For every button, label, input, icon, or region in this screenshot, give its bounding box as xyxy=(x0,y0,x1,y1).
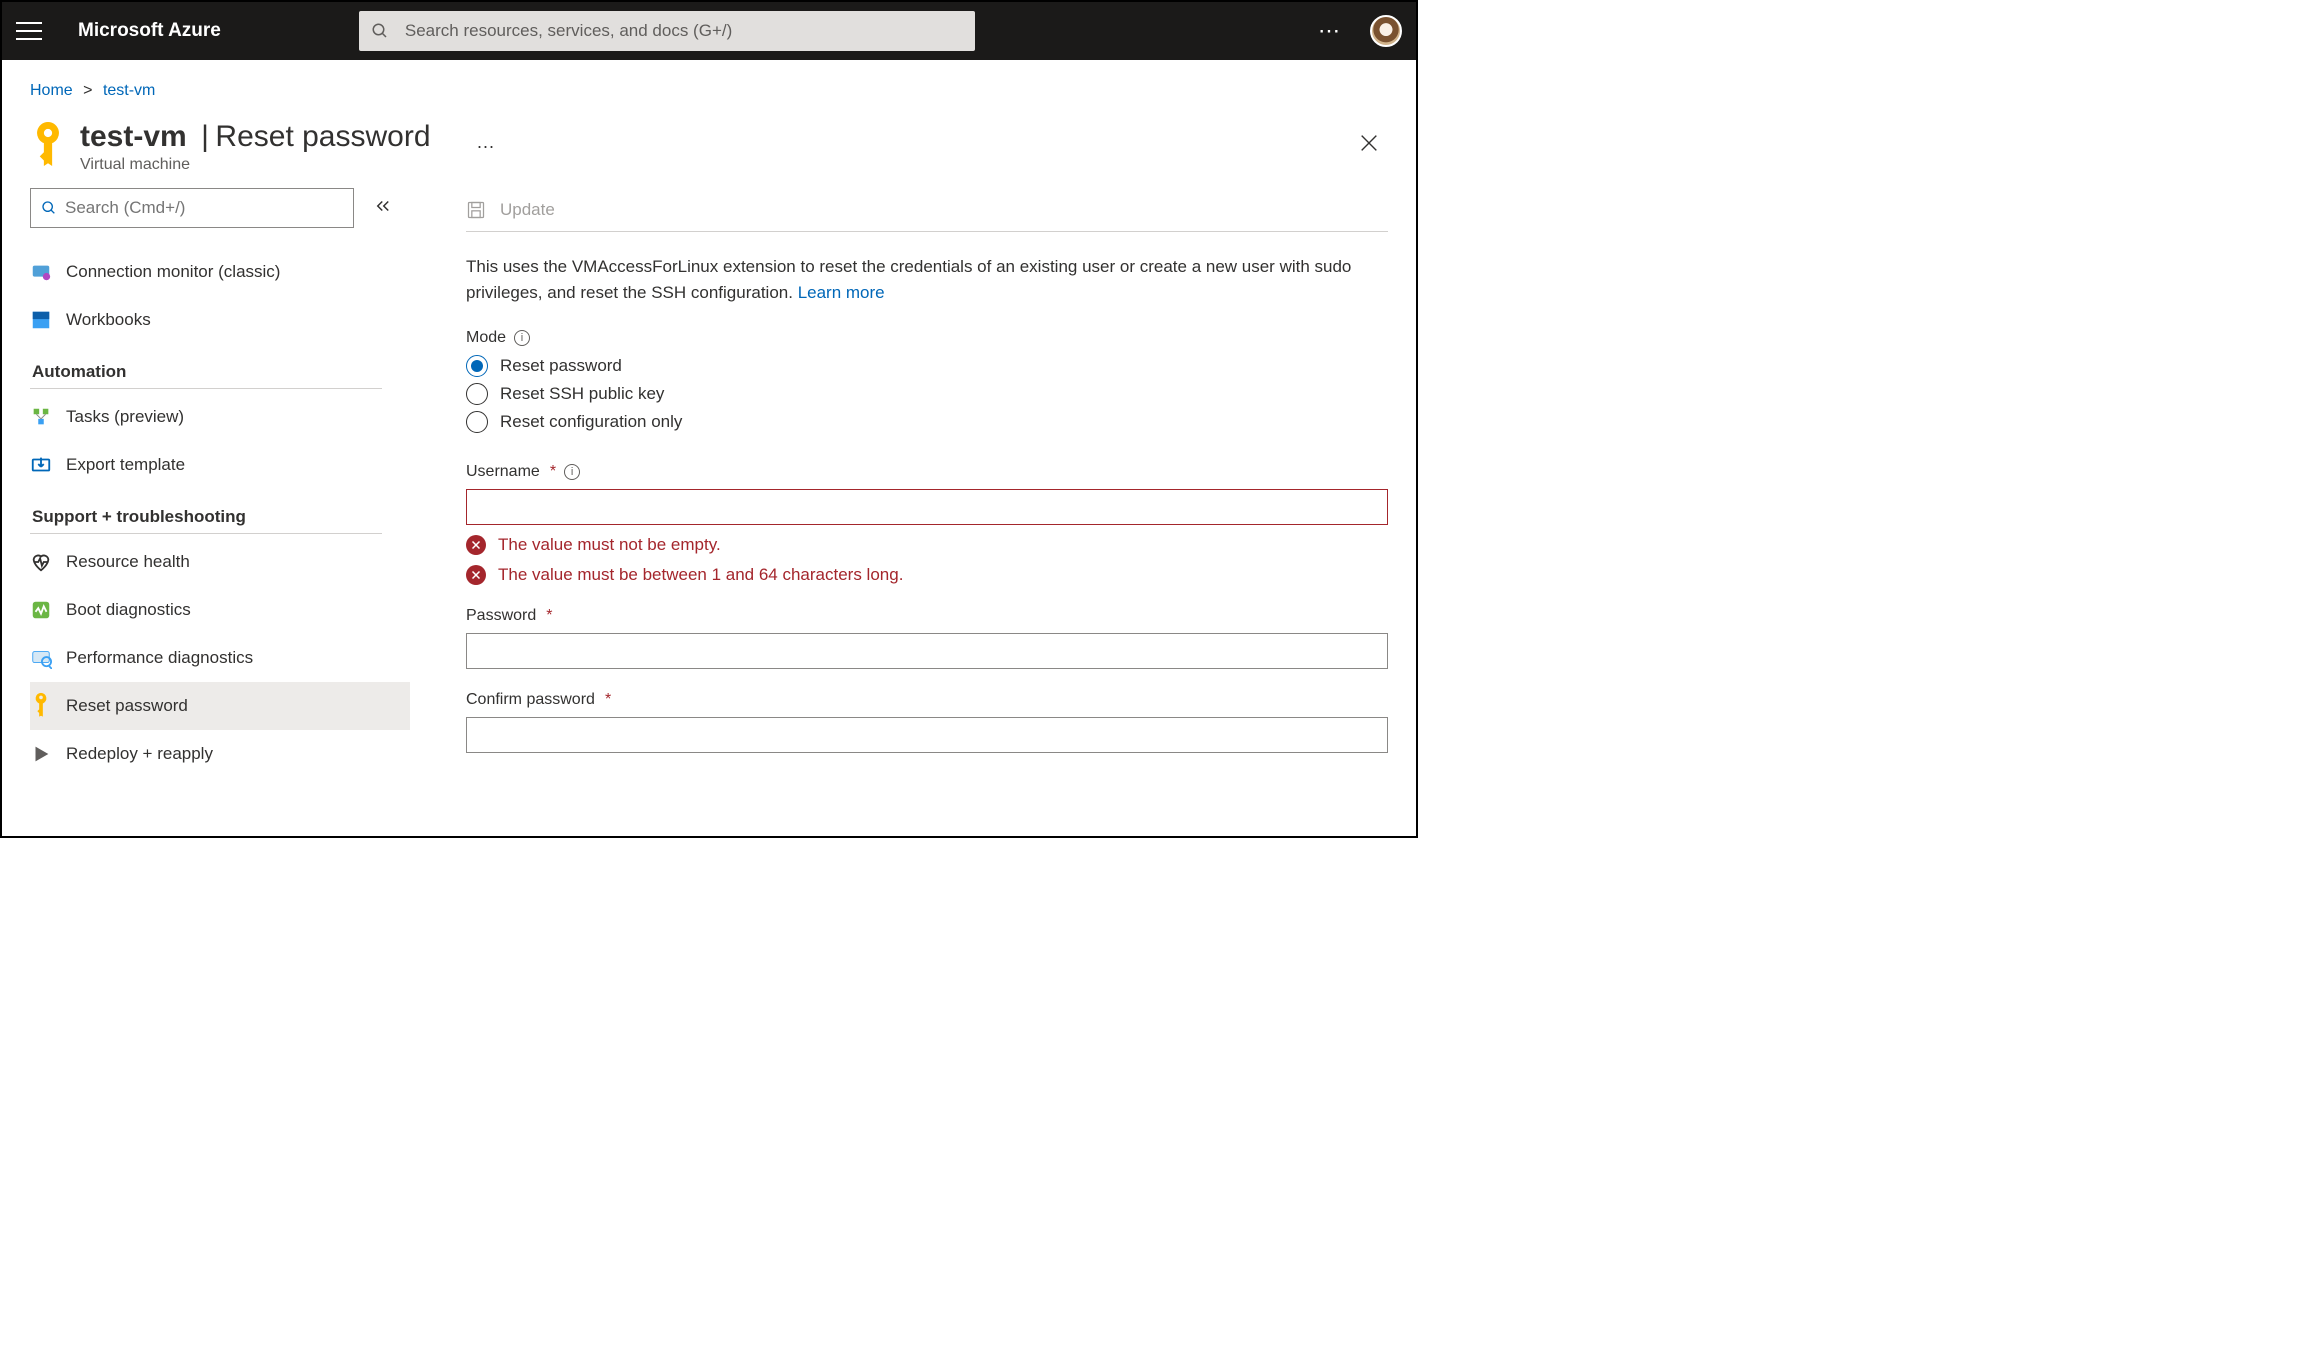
radio-icon xyxy=(466,355,488,377)
sidebar-item-label: Redeploy + reapply xyxy=(66,744,213,764)
hamburger-menu-icon[interactable] xyxy=(16,18,42,44)
sidebar-search-input[interactable] xyxy=(65,198,343,218)
save-icon xyxy=(466,200,486,220)
sidebar-item[interactable]: Workbooks xyxy=(30,296,410,344)
sidebar-section-automation: Automation xyxy=(30,344,382,389)
sidebar-item-icon xyxy=(30,599,52,621)
search-icon xyxy=(371,22,389,40)
toolbar: Update xyxy=(466,188,1388,232)
confirm-password-input[interactable] xyxy=(466,717,1388,753)
sidebar-item-label: Workbooks xyxy=(66,310,151,330)
username-input[interactable] xyxy=(466,489,1388,525)
top-bar: Microsoft Azure Search resources, servic… xyxy=(2,2,1416,60)
confirm-password-label: Confirm password xyxy=(466,691,595,709)
password-input[interactable] xyxy=(466,633,1388,669)
search-icon xyxy=(41,200,57,216)
brand-label: Microsoft Azure xyxy=(78,20,221,42)
sidebar-item-label: Export template xyxy=(66,455,185,475)
chevron-double-left-icon xyxy=(374,197,392,215)
page-more-icon[interactable]: ··· xyxy=(477,136,495,157)
sidebar-item-label: Connection monitor (classic) xyxy=(66,262,280,282)
sidebar-item[interactable]: Export template xyxy=(30,441,410,489)
info-icon[interactable]: i xyxy=(514,330,530,346)
sidebar-item-icon xyxy=(30,551,52,573)
sidebar-item-icon xyxy=(30,695,52,717)
page-subtitle: Virtual machine xyxy=(80,156,431,174)
sidebar-item-label: Performance diagnostics xyxy=(66,648,253,668)
sidebar-item[interactable]: Connection monitor (classic) xyxy=(30,248,410,296)
global-search[interactable]: Search resources, services, and docs (G+… xyxy=(359,11,975,51)
sidebar-item-icon xyxy=(30,647,52,669)
sidebar-item-icon xyxy=(30,454,52,476)
radio-icon xyxy=(466,411,488,433)
sidebar-item-icon xyxy=(30,406,52,428)
sidebar-item-icon xyxy=(30,261,52,283)
radio-label: Reset password xyxy=(500,356,622,376)
sidebar-item[interactable]: Tasks (preview) xyxy=(30,393,410,441)
mode-radio-option[interactable]: Reset password xyxy=(466,355,1388,377)
radio-icon xyxy=(466,383,488,405)
breadcrumb-resource[interactable]: test-vm xyxy=(103,82,155,99)
breadcrumb-home[interactable]: Home xyxy=(30,82,73,99)
mode-radio-option[interactable]: Reset configuration only xyxy=(466,411,1388,433)
breadcrumb-sep: > xyxy=(83,82,92,99)
sidebar-item[interactable]: Reset password xyxy=(30,682,410,730)
breadcrumb: Home > test-vm xyxy=(30,82,1388,100)
key-icon xyxy=(30,122,66,166)
error-icon xyxy=(466,535,486,555)
sidebar-item-icon xyxy=(30,743,52,765)
sidebar-item-label: Resource health xyxy=(66,552,190,572)
sidebar-item-label: Tasks (preview) xyxy=(66,407,184,427)
page-title-resource: test-vm xyxy=(80,120,187,153)
mode-label: Mode xyxy=(466,329,506,347)
sidebar-item-label: Boot diagnostics xyxy=(66,600,191,620)
validation-error: The value must not be empty. xyxy=(466,535,1388,555)
topbar-more-icon[interactable]: ⋯ xyxy=(1318,18,1342,44)
radio-label: Reset SSH public key xyxy=(500,384,664,404)
close-icon xyxy=(1358,132,1380,154)
description-text: This uses the VMAccessForLinux extension… xyxy=(466,254,1388,305)
title-separator: | xyxy=(201,120,209,153)
sidebar-section-support: Support + troubleshooting xyxy=(30,489,382,534)
sidebar-item[interactable]: Boot diagnostics xyxy=(30,586,410,634)
avatar[interactable] xyxy=(1370,15,1402,47)
close-button[interactable] xyxy=(1358,132,1380,159)
error-icon xyxy=(466,565,486,585)
sidebar-item[interactable]: Performance diagnostics xyxy=(30,634,410,682)
mode-radio-option[interactable]: Reset SSH public key xyxy=(466,383,1388,405)
sidebar: Connection monitor (classic) Workbooks Au… xyxy=(30,188,410,836)
update-button[interactable]: Update xyxy=(500,200,555,220)
global-search-placeholder: Search resources, services, and docs (G+… xyxy=(405,21,732,41)
main-panel: Update This uses the VMAccessForLinux ex… xyxy=(410,188,1388,836)
sidebar-item-icon xyxy=(30,309,52,331)
collapse-sidebar-button[interactable] xyxy=(374,197,392,220)
username-label: Username xyxy=(466,463,540,481)
sidebar-item[interactable]: Redeploy + reapply xyxy=(30,730,410,778)
sidebar-item-label: Reset password xyxy=(66,696,188,716)
learn-more-link[interactable]: Learn more xyxy=(798,283,885,302)
validation-error: The value must be between 1 and 64 chara… xyxy=(466,565,1388,585)
sidebar-search[interactable] xyxy=(30,188,354,228)
page-title-section: Reset password xyxy=(215,120,430,153)
info-icon[interactable]: i xyxy=(564,464,580,480)
sidebar-item[interactable]: Resource health xyxy=(30,538,410,586)
password-label: Password xyxy=(466,607,536,625)
radio-label: Reset configuration only xyxy=(500,412,682,432)
